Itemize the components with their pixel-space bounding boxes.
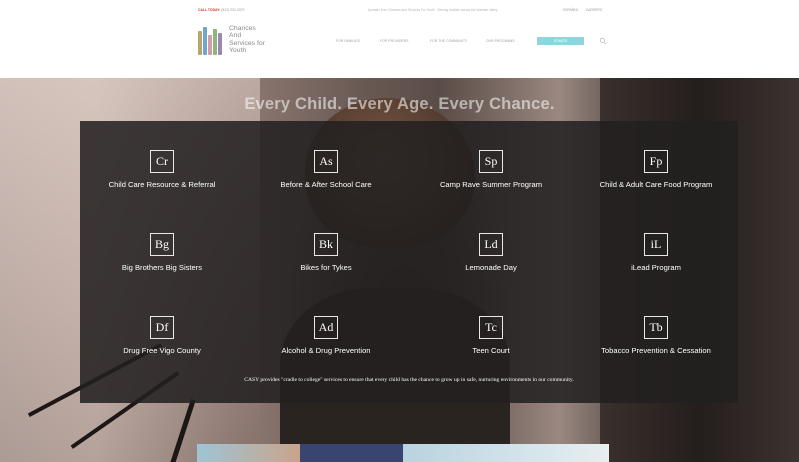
topbar-link-careers[interactable]: CAREERS xyxy=(586,8,602,12)
site-header: Chances And Services for Youth FOR FAMIL… xyxy=(0,20,799,78)
program-symbol: As xyxy=(314,150,338,173)
feature-card-photo[interactable] xyxy=(197,444,300,462)
program-symbol: Df xyxy=(150,316,174,339)
program-symbol: Sp xyxy=(479,150,503,173)
logo-line: Youth xyxy=(229,47,247,55)
logo-line: And xyxy=(229,32,242,40)
logo-figure xyxy=(208,35,212,55)
program-label: Teen Court xyxy=(472,346,510,355)
program-child-care-resource-referral[interactable]: Cr Child Care Resource & Referral xyxy=(80,150,244,189)
program-camp-rave-summer[interactable]: Sp Camp Rave Summer Program xyxy=(409,150,573,189)
program-before-after-school-care[interactable]: As Before & After School Care xyxy=(244,150,408,189)
topbar-link-espanol[interactable]: ESPAÑOL xyxy=(563,8,579,12)
program-drug-free-vigo-county[interactable]: Df Drug Free Vigo County xyxy=(80,316,244,355)
program-label: Lemonade Day xyxy=(465,263,517,272)
nav-our-programs[interactable]: OUR PROGRAMS xyxy=(486,39,515,43)
logo-figure xyxy=(218,33,222,55)
mission-tagline: CASY provides "cradle to college" servic… xyxy=(244,377,574,383)
program-symbol: iL xyxy=(644,233,668,256)
program-symbol: Bk xyxy=(314,233,338,256)
program-symbol: Bg xyxy=(150,233,174,256)
hero-section: Every Child. Every Age. Every Chance. Cr… xyxy=(0,78,799,462)
program-label: Tobacco Prevention & Cessation xyxy=(601,346,711,355)
program-ilead[interactable]: iL iLead Program xyxy=(574,233,738,272)
program-symbol: Tc xyxy=(479,316,503,339)
hero-title: Every Child. Every Age. Every Chance. xyxy=(244,95,555,113)
program-label: Alcohol & Drug Prevention xyxy=(281,346,371,355)
program-label: Before & After School Care xyxy=(280,180,372,189)
program-child-adult-care-food[interactable]: Fp Child & Adult Care Food Program xyxy=(574,150,738,189)
program-symbol: Fp xyxy=(644,150,668,173)
program-label: Child & Adult Care Food Program xyxy=(599,180,713,189)
topbar-phone-label: CALL TODAY: xyxy=(198,8,221,12)
logo-line: Chances xyxy=(229,25,256,32)
nav-for-the-community[interactable]: FOR THE COMMUNITY xyxy=(430,39,467,43)
donate-button[interactable]: DONATE xyxy=(537,37,584,45)
logo-line: Services for xyxy=(229,39,265,47)
topbar-contact: CALL TODAY: (812) 232-0379 xyxy=(198,8,244,12)
logo-figure xyxy=(198,31,202,55)
topbar-links: ESPAÑOL CAREERS xyxy=(563,8,608,12)
program-label: Bikes for Tykes xyxy=(300,263,352,272)
feature-card-photo[interactable] xyxy=(300,444,403,462)
nav-for-families[interactable]: FOR FAMILIES xyxy=(336,39,360,43)
program-bikes-for-tykes[interactable]: Bk Bikes for Tykes xyxy=(244,233,408,272)
program-label: Drug Free Vigo County xyxy=(123,346,201,355)
program-alcohol-drug-prevention[interactable]: Ad Alcohol & Drug Prevention xyxy=(244,316,408,355)
nav-for-providers[interactable]: FOR PROVIDERS xyxy=(380,39,409,43)
logo-figure xyxy=(203,27,207,55)
feature-cards-strip xyxy=(197,444,609,462)
program-symbol: Ld xyxy=(479,233,503,256)
program-teen-court[interactable]: Tc Teen Court xyxy=(409,316,573,355)
top-utility-bar: CALL TODAY: (812) 232-0379 Updates from … xyxy=(0,0,799,20)
program-symbol: Ad xyxy=(314,316,338,339)
programs-panel: Cr Child Care Resource & Referral As Bef… xyxy=(80,121,738,403)
program-lemonade-day[interactable]: Ld Lemonade Day xyxy=(409,233,573,272)
program-big-brothers-big-sisters[interactable]: Bg Big Brothers Big Sisters xyxy=(80,233,244,272)
topbar-announcement[interactable]: Updates from Chances And Services For Yo… xyxy=(368,8,497,12)
logo-wordmark[interactable]: Chances And Services for Youth xyxy=(229,25,265,55)
program-symbol: Tb xyxy=(644,316,668,339)
program-label: Big Brothers Big Sisters xyxy=(121,263,203,272)
logo-figure xyxy=(213,29,217,55)
program-tobacco-prevention-cessation[interactable]: Tb Tobacco Prevention & Cessation xyxy=(574,316,738,355)
program-label: iLead Program xyxy=(631,263,681,272)
topbar-phone-number[interactable]: (812) 232-0379 xyxy=(221,8,244,12)
program-label: Camp Rave Summer Program xyxy=(439,180,543,189)
casy-logo[interactable] xyxy=(198,25,226,55)
program-symbol: Cr xyxy=(150,150,174,173)
feature-card-photo[interactable] xyxy=(403,444,609,462)
program-label: Child Care Resource & Referral xyxy=(108,180,216,189)
search-icon[interactable] xyxy=(599,37,607,45)
